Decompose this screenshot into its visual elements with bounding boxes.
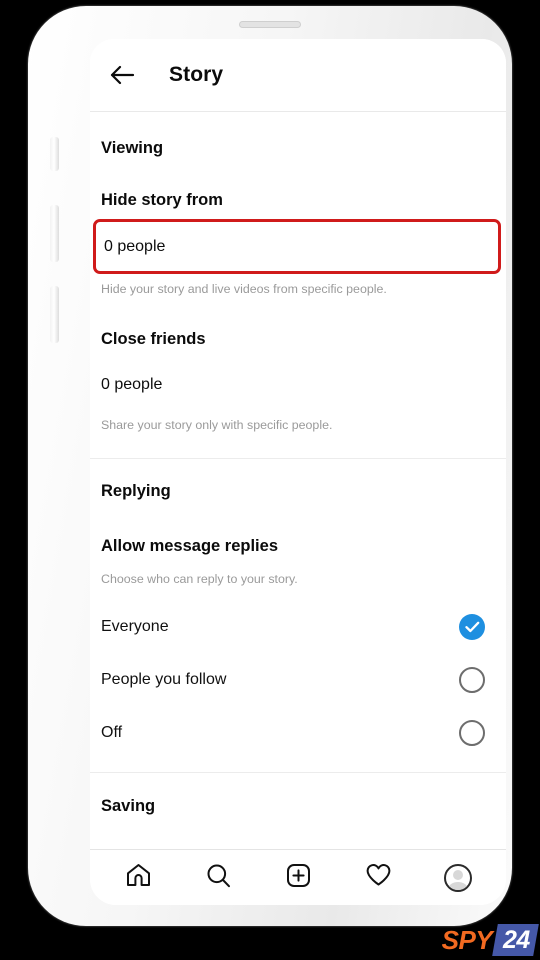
watermark-secondary: 24: [492, 924, 539, 956]
reply-option-label: People you follow: [101, 670, 227, 688]
phone-screen: Story Viewing Hide story from 0 people H…: [90, 39, 506, 905]
hide-story-from-label: Hide story from: [101, 191, 223, 209]
add-post-icon: [285, 862, 312, 894]
nav-item-profile[interactable]: [433, 856, 483, 900]
screenshot-root: Story Viewing Hide story from 0 people H…: [0, 0, 540, 960]
heart-icon: [365, 862, 392, 893]
watermark-primary: SPY: [441, 925, 493, 955]
allow-message-replies-helper: Choose who can reply to your story.: [101, 572, 298, 586]
hide-story-from-row[interactable]: 0 people: [93, 219, 501, 274]
search-icon: [205, 862, 232, 894]
home-icon: [125, 862, 152, 894]
app-header: Story: [90, 39, 506, 111]
nav-item-activity[interactable]: [353, 856, 403, 900]
watermark-secondary-text: 24: [503, 926, 530, 954]
silent-switch-button[interactable]: [50, 137, 59, 171]
reply-option-label: Off: [101, 723, 123, 741]
reply-option-everyone[interactable]: Everyone: [90, 600, 506, 653]
bottom-nav: [90, 850, 506, 905]
section-title-saving: Saving: [101, 797, 156, 815]
nav-item-search[interactable]: [193, 856, 243, 900]
hide-story-from-value: 0 people: [104, 237, 166, 255]
arrow-left-icon: [109, 65, 135, 85]
radio-unchecked-icon[interactable]: [459, 719, 485, 746]
profile-avatar-icon: [444, 863, 472, 892]
reply-option-people-you-follow[interactable]: People you follow: [90, 653, 506, 706]
allow-message-replies-label: Allow message replies: [101, 537, 278, 555]
close-friends-label: Close friends: [101, 330, 206, 348]
page-title: Story: [169, 63, 224, 86]
back-button[interactable]: [100, 53, 144, 97]
close-friends-value[interactable]: 0 people: [90, 376, 506, 394]
section-title-viewing: Viewing: [101, 139, 164, 157]
hide-story-from-helper: Hide your story and live videos from spe…: [101, 282, 387, 296]
section-title-replying: Replying: [101, 482, 171, 500]
volume-down-button[interactable]: [50, 286, 59, 343]
volume-up-button[interactable]: [50, 205, 59, 262]
nav-item-create[interactable]: [273, 856, 323, 900]
phone-frame: Story Viewing Hide story from 0 people H…: [28, 6, 512, 926]
reply-option-label: Everyone: [101, 617, 169, 635]
watermark-spy24: SPY 24: [438, 924, 539, 956]
reply-option-off[interactable]: Off: [90, 706, 506, 759]
earpiece-speaker: [239, 21, 301, 28]
radio-checked-icon[interactable]: [459, 613, 485, 640]
nav-item-home[interactable]: [113, 856, 163, 900]
close-friends-helper: Share your story only with specific peop…: [101, 418, 333, 432]
settings-content: Viewing Hide story from 0 people Hide yo…: [90, 112, 506, 849]
radio-unchecked-icon[interactable]: [459, 666, 485, 693]
